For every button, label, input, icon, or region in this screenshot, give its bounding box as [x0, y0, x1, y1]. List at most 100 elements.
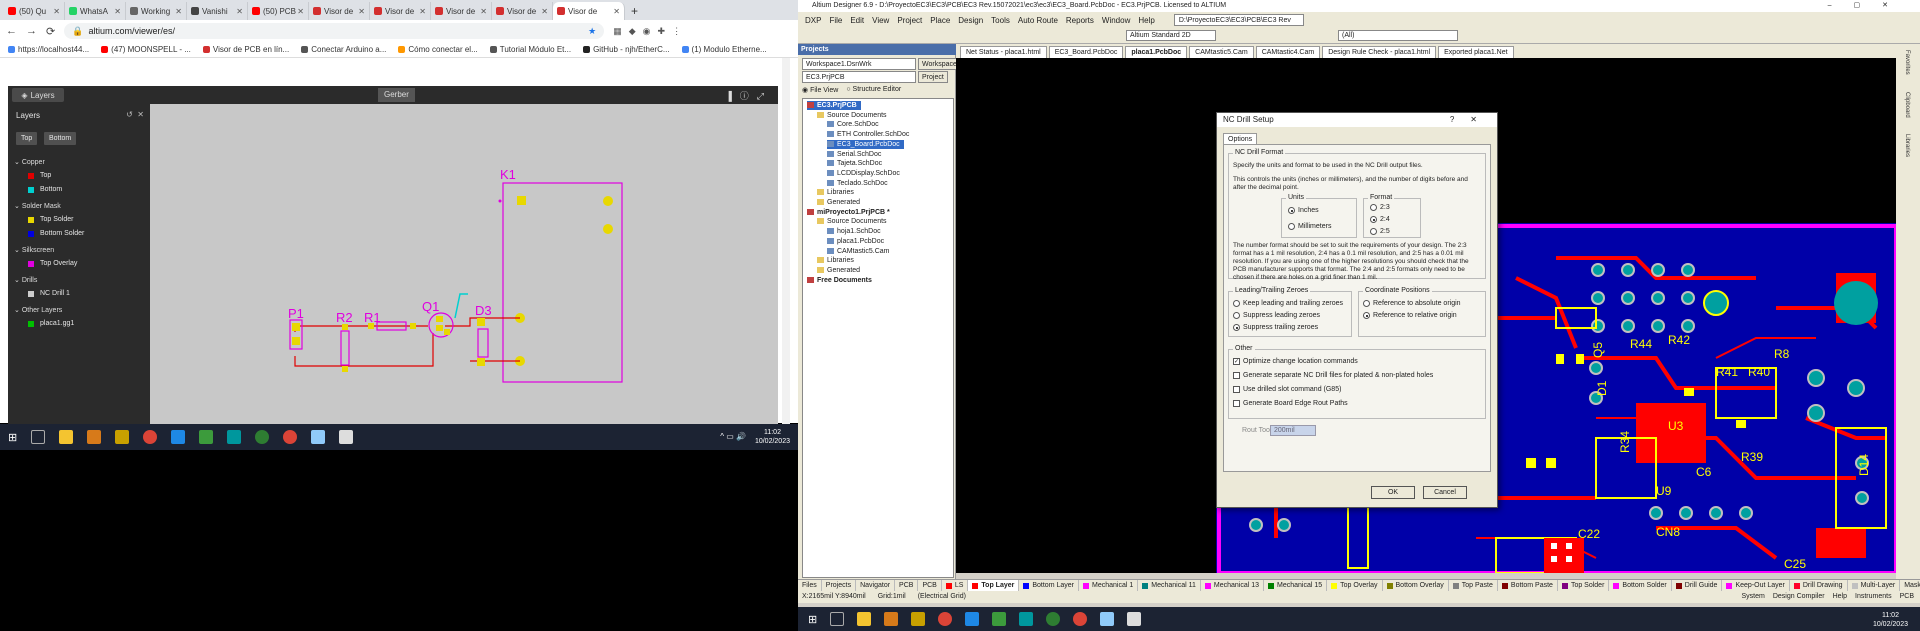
- format-2-4-radio[interactable]: 2:4: [1370, 216, 1390, 223]
- layer-color-swatch[interactable]: [28, 320, 34, 327]
- document-icon[interactable]: [199, 430, 214, 444]
- separate-files-checkbox[interactable]: Generate separate NC Drill files for pla…: [1233, 372, 1433, 379]
- rout-paths-checkbox[interactable]: Generate Board Edge Rout Paths: [1233, 400, 1348, 407]
- info-icon[interactable]: ⓘ: [740, 91, 757, 101]
- reload-icon[interactable]: ⟳: [46, 25, 55, 38]
- browser-tab[interactable]: Visor de ✕: [431, 2, 492, 20]
- project-tree-item[interactable]: Source Documents: [817, 217, 887, 226]
- layer-tab[interactable]: Mechanical 11: [1138, 580, 1201, 591]
- browser-tab[interactable]: Visor de ✕: [370, 2, 431, 20]
- tab-close-icon[interactable]: ✕: [613, 7, 620, 16]
- page-scrollbar[interactable]: [782, 58, 790, 424]
- layers-toggle-button[interactable]: ◈ Layers: [12, 88, 64, 102]
- menu-item-reports[interactable]: Reports: [1063, 16, 1097, 25]
- layer-color-swatch[interactable]: [28, 230, 34, 237]
- chrome-icon[interactable]: [938, 612, 953, 626]
- panel-tab[interactable]: Files: [798, 580, 822, 591]
- document-icon[interactable]: [992, 612, 1007, 626]
- project-tree-item[interactable]: ETH Controller.SchDoc: [827, 130, 909, 139]
- task-view-icon[interactable]: [31, 430, 46, 444]
- document-tab[interactable]: Design Rule Check - placa1.html: [1322, 46, 1437, 58]
- project-tree-item[interactable]: LCDDisplay.SchDoc: [827, 169, 900, 178]
- altium-icon[interactable]: [87, 430, 102, 444]
- tab-close-icon[interactable]: ✕: [358, 7, 365, 16]
- menu-item-view[interactable]: View: [869, 16, 892, 25]
- tab-close-icon[interactable]: ✕: [114, 7, 121, 16]
- bookmark-item[interactable]: (1) Modulo Etherne...: [681, 45, 767, 54]
- tab-close-icon[interactable]: ✕: [175, 7, 182, 16]
- star-icon[interactable]: ★: [588, 26, 596, 37]
- tab-close-icon[interactable]: ✕: [480, 7, 487, 16]
- layer-tab[interactable]: Mechanical 13: [1201, 580, 1265, 591]
- tab-close-icon[interactable]: ✕: [297, 7, 304, 16]
- windows-start-icon[interactable]: ⊞: [808, 613, 817, 626]
- forward-icon[interactable]: →: [26, 25, 37, 37]
- project-tree-item[interactable]: Source Documents: [817, 111, 887, 120]
- layer-tab[interactable]: Top Layer: [968, 580, 1020, 591]
- status-panel-button[interactable]: Instruments: [1855, 591, 1892, 603]
- extension-icon[interactable]: ▦: [613, 26, 622, 37]
- split-view-icon[interactable]: ▐: [725, 91, 739, 101]
- project-tree-item[interactable]: Teclado.SchDoc: [827, 179, 888, 188]
- browser-tab[interactable]: Visor de ✕: [309, 2, 370, 20]
- chrome-icon[interactable]: [283, 430, 298, 444]
- menu-item-file[interactable]: File: [826, 16, 845, 25]
- tab-close-icon[interactable]: ✕: [53, 7, 60, 16]
- clock[interactable]: 11:02 10/02/2023: [755, 428, 790, 446]
- layer-tab[interactable]: Mechanical 15: [1264, 580, 1328, 591]
- panel-tab[interactable]: Navigator: [856, 580, 896, 591]
- reset-icon[interactable]: ↺: [126, 110, 133, 119]
- project-tree-item[interactable]: Tajeta.SchDoc: [827, 159, 882, 168]
- tab-options[interactable]: Options: [1223, 133, 1258, 144]
- bookmark-item[interactable]: Visor de PCB en lín...: [202, 45, 289, 54]
- layer-item[interactable]: Top Solder: [28, 216, 73, 223]
- app-icon[interactable]: [1046, 612, 1061, 626]
- project-tree-item[interactable]: placa1.PcbDoc: [827, 237, 884, 246]
- layer-tab[interactable]: Bottom Paste: [1498, 580, 1558, 591]
- extension-icon[interactable]: ◉: [643, 26, 651, 37]
- help-icon[interactable]: ?: [1450, 115, 1470, 124]
- menu-item-project[interactable]: Project: [894, 16, 925, 25]
- sidebar-panel-tab[interactable]: Libraries: [1904, 134, 1910, 157]
- inches-radio[interactable]: Inches: [1288, 207, 1319, 214]
- bookmark-item[interactable]: Conectar Arduino a...: [301, 45, 386, 54]
- matlab-icon[interactable]: [115, 430, 130, 444]
- layer-tab[interactable]: Top Solder: [1558, 580, 1610, 591]
- project-tree-item[interactable]: Serial.SchDoc: [827, 150, 881, 159]
- system-tray[interactable]: ^ ▭ 🔊: [720, 432, 746, 441]
- document-path-select[interactable]: D:\ProyectoEC3\EC3\PCB\EC3 Rev: [1173, 14, 1304, 26]
- format-2-5-radio[interactable]: 2:5: [1370, 228, 1390, 235]
- status-panel-button[interactable]: PCB: [1900, 591, 1914, 603]
- tab-close-icon[interactable]: ✕: [419, 7, 426, 16]
- close-icon[interactable]: ✕: [137, 110, 144, 119]
- bookmark-item[interactable]: Tutorial Módulo Et...: [489, 45, 571, 54]
- project-tree-item[interactable]: Libraries: [817, 256, 854, 265]
- clock[interactable]: 11:02 10/02/2023: [1873, 611, 1908, 629]
- project-button[interactable]: Project: [918, 71, 948, 83]
- menu-item-window[interactable]: Window: [1099, 16, 1133, 25]
- project-tree-item[interactable]: Libraries: [817, 188, 854, 197]
- layer-item[interactable]: Bottom: [28, 186, 62, 193]
- menu-dots-icon[interactable]: ⋮: [672, 26, 681, 37]
- suppress-trailing-radio[interactable]: Suppress trailing zeroes: [1233, 324, 1318, 331]
- workspace-button[interactable]: Workspace: [918, 58, 961, 70]
- sidebar-panel-tab[interactable]: Clipboard: [1904, 92, 1910, 118]
- chrome-icon[interactable]: [143, 430, 158, 444]
- ok-button[interactable]: OK: [1371, 486, 1415, 499]
- matlab-icon[interactable]: [911, 612, 926, 626]
- gerber-mode-label[interactable]: Gerber: [378, 88, 415, 102]
- project-tree-item[interactable]: EC3_Board.PcbDoc: [827, 139, 904, 149]
- project-tree-item[interactable]: EC3.PrjPCB: [807, 101, 861, 110]
- browser-tab[interactable]: Working ✕: [126, 2, 187, 20]
- layer-tab[interactable]: LS: [942, 580, 969, 591]
- view-config-select[interactable]: Altium Standard 2D: [1126, 30, 1216, 41]
- notes-icon[interactable]: [1100, 612, 1115, 626]
- address-bar[interactable]: 🔒 altium.com/viewer/es/ ★: [64, 23, 605, 39]
- rout-tool-dia-input[interactable]: 200mil: [1270, 425, 1316, 436]
- menu-item-dxp[interactable]: DXP: [802, 16, 824, 25]
- layer-item[interactable]: NC Drill 1: [28, 290, 70, 297]
- project-tree-item[interactable]: miProyecto1.PrjPCB *: [807, 208, 890, 217]
- browser-tab[interactable]: WhatsA ✕: [65, 2, 126, 20]
- layer-tab[interactable]: Top Overlay: [1327, 580, 1383, 591]
- layer-group-header[interactable]: ⌄ Copper: [14, 158, 45, 166]
